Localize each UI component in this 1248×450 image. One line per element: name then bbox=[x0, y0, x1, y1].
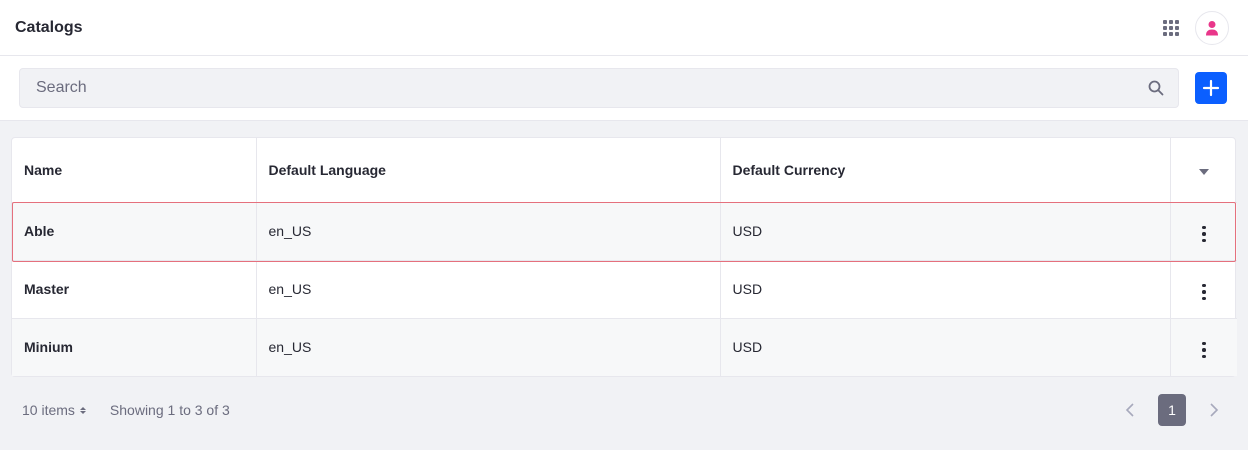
cell-default-currency: USD bbox=[720, 318, 1171, 376]
search-bar bbox=[0, 56, 1248, 121]
table-row[interactable]: Able en_US USD bbox=[12, 202, 1237, 261]
column-header-name[interactable]: Name bbox=[12, 138, 257, 203]
row-actions bbox=[1170, 202, 1237, 261]
row-actions bbox=[1170, 260, 1237, 319]
add-catalog-button[interactable] bbox=[1195, 72, 1227, 104]
sort-arrows-icon bbox=[79, 406, 86, 414]
caret-down-icon[interactable] bbox=[1198, 168, 1209, 175]
search-input[interactable] bbox=[36, 79, 1148, 97]
pagination-info: 10 items Showing 1 to 3 of 3 bbox=[22, 402, 230, 418]
items-per-page-select[interactable]: 10 items bbox=[22, 402, 86, 418]
table-row[interactable]: Master en_US USD bbox=[12, 260, 1237, 319]
top-bar: Catalogs bbox=[0, 0, 1248, 56]
cell-default-currency: USD bbox=[720, 260, 1171, 319]
page-button-1[interactable]: 1 bbox=[1158, 394, 1186, 426]
cell-default-language: en_US bbox=[256, 318, 721, 376]
column-header-default-language[interactable]: Default Language bbox=[256, 138, 721, 203]
results-summary: Showing 1 to 3 of 3 bbox=[109, 402, 230, 418]
pagination-bar: 10 items Showing 1 to 3 of 3 1 bbox=[22, 394, 1226, 426]
chevron-right-icon[interactable] bbox=[1202, 398, 1226, 422]
cell-default-language: en_US bbox=[256, 260, 721, 319]
chevron-left-icon[interactable] bbox=[1118, 398, 1142, 422]
user-icon bbox=[1206, 20, 1218, 35]
search-box bbox=[19, 68, 1179, 108]
kebab-icon[interactable] bbox=[1196, 280, 1212, 305]
pager: 1 bbox=[1118, 394, 1226, 426]
kebab-icon[interactable] bbox=[1196, 222, 1212, 247]
column-settings[interactable] bbox=[1170, 138, 1237, 203]
cell-name[interactable]: Minium bbox=[12, 318, 257, 376]
cell-default-language: en_US bbox=[256, 202, 721, 261]
table-row[interactable]: Minium en_US USD bbox=[12, 318, 1237, 376]
avatar[interactable] bbox=[1195, 10, 1229, 45]
cell-name[interactable]: Master bbox=[12, 260, 257, 319]
plus-icon bbox=[1202, 79, 1220, 97]
apps-grid-icon[interactable] bbox=[1163, 19, 1179, 36]
row-actions bbox=[1170, 318, 1237, 376]
top-actions bbox=[1163, 10, 1229, 45]
items-per-page-label: 10 items bbox=[22, 402, 75, 418]
cell-name[interactable]: Able bbox=[12, 202, 257, 261]
search-icon[interactable] bbox=[1148, 80, 1164, 96]
table-header-row: Name Default Language Default Currency bbox=[12, 138, 1237, 203]
kebab-icon[interactable] bbox=[1196, 338, 1212, 363]
catalogs-table: Name Default Language Default Currency A… bbox=[11, 137, 1237, 377]
column-header-default-currency[interactable]: Default Currency bbox=[720, 138, 1171, 203]
cell-default-currency: USD bbox=[720, 202, 1171, 261]
page-title: Catalogs bbox=[15, 18, 83, 36]
